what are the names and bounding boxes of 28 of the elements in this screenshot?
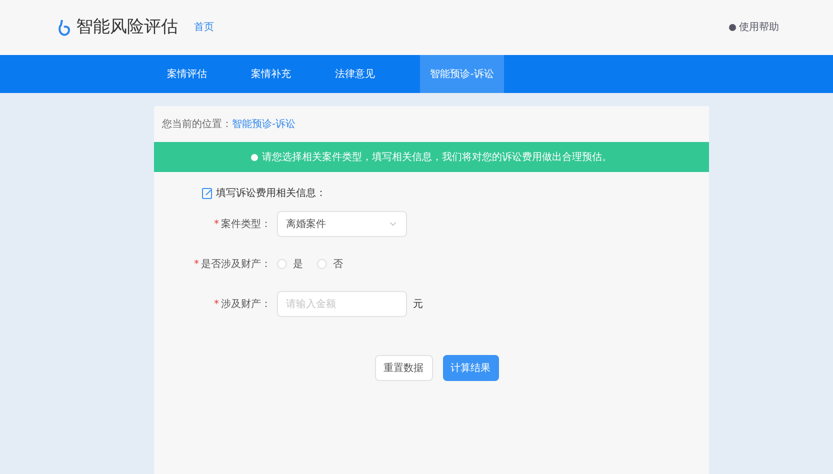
breadcrumb-label: 您当前的位置： — [162, 118, 232, 132]
nav-tab[interactable]: 智能预诊-诉讼 — [420, 55, 504, 93]
logo-icon — [58, 18, 70, 36]
nav-tab[interactable]: 案情补充 — [234, 55, 308, 93]
nav-tab[interactable]: 案情评估 — [150, 55, 224, 93]
radio-option[interactable]: 是 — [277, 256, 303, 272]
home-link[interactable]: 首页 — [194, 20, 214, 35]
breadcrumb-link[interactable]: 智能预诊-诉讼 — [232, 116, 296, 132]
radio-option[interactable]: 否 — [317, 256, 343, 272]
app-title: 智能风险评估 — [76, 16, 178, 39]
required-mark: * — [194, 258, 199, 272]
amount-input[interactable]: 请输入金额 — [277, 291, 407, 317]
field-label: 涉及财产： — [221, 298, 271, 312]
edit-icon — [202, 188, 213, 199]
unit-label: 元 — [413, 298, 423, 312]
help-link[interactable]: 使用帮助 — [739, 20, 779, 35]
form-heading: 填写诉讼费用相关信息： — [216, 186, 326, 201]
help-icon — [729, 24, 736, 31]
case-type-select[interactable]: 离婚案件 — [277, 211, 407, 237]
required-mark: * — [214, 298, 219, 312]
info-alert: 请您选择相关案件类型，填写相关信息，我们将对您的诉讼费用做出合理预估。 — [154, 142, 709, 172]
field-label: 是否涉及财产： — [201, 258, 271, 272]
reset-button[interactable]: 重置数据 — [374, 355, 432, 381]
nav-tab[interactable]: 法律意见 — [318, 55, 392, 93]
calculate-button[interactable]: 计算结果 — [442, 355, 498, 381]
required-mark: * — [214, 218, 219, 232]
field-label: 案件类型： — [221, 218, 271, 232]
info-icon — [251, 154, 258, 160]
